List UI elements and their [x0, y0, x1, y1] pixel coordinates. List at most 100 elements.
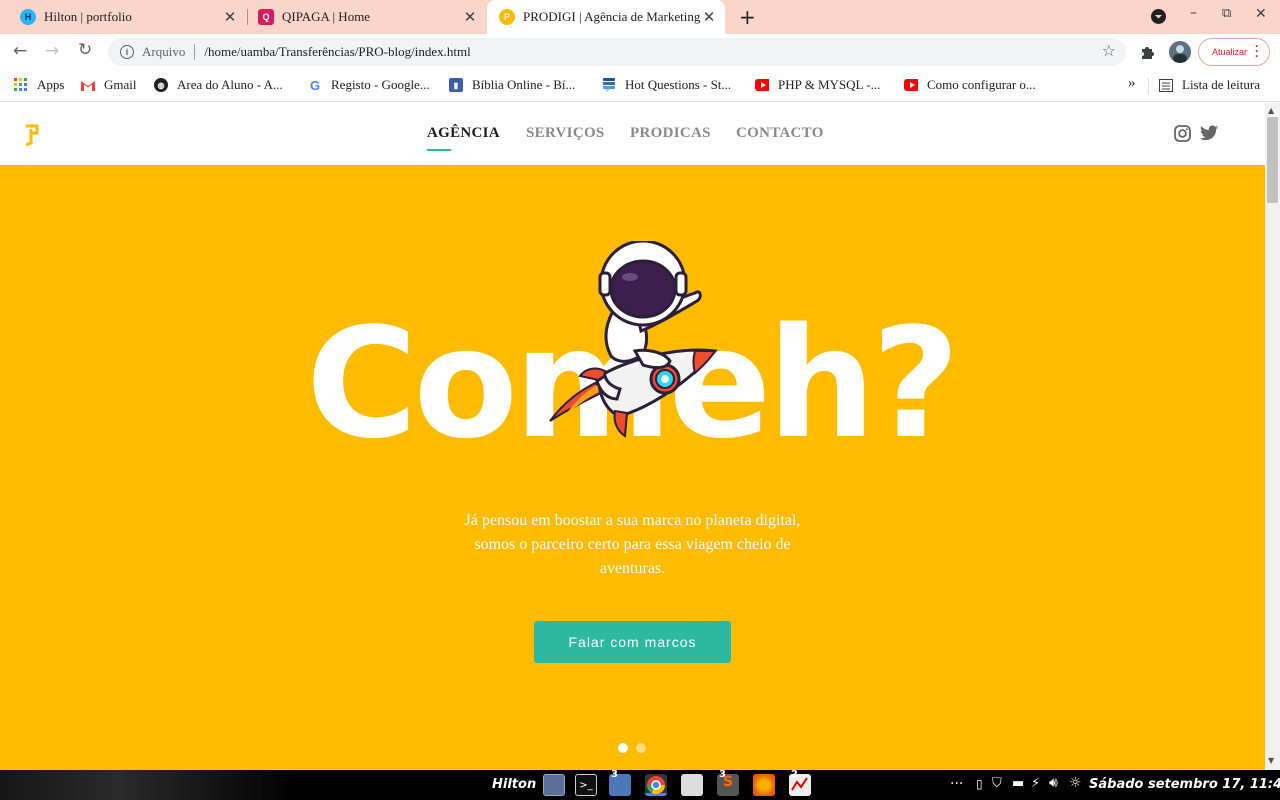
reading-list-icon [1159, 78, 1173, 92]
apps-grid-icon [14, 78, 28, 92]
tab-title: PRODIGI | Agência de Marketing [523, 9, 701, 24]
site-header: AGÊNCIA SERVIÇOS PRODICAS CONTACTO [0, 103, 1265, 165]
os-taskbar: Hilton >_ 3 S 3 2 ··· ▯ ⛉ ▬ ⚡ 🔊︎ ☼ Sábad… [0, 769, 1280, 800]
close-window-icon[interactable]: ✕ [1255, 6, 1267, 22]
close-tab-icon[interactable]: ✕ [222, 8, 238, 26]
globe-icon: ◍ [154, 78, 168, 92]
scheme-label: Arquivo [142, 44, 186, 59]
tab-title: Hilton | portfolio [44, 9, 132, 24]
bookmark-registo-google[interactable]: G Registo - Google... [308, 77, 430, 93]
clock: Sábado setembro 17, 11:48 [1089, 777, 1280, 792]
youtube-icon [755, 78, 769, 92]
bookmark-icon: ▮ [449, 78, 463, 92]
tab-separator [247, 9, 248, 25]
network-icon[interactable]: ⚡ [1031, 776, 1040, 791]
volume-icon[interactable]: 🔊︎ [1049, 775, 1058, 791]
hero-description: Já pensou em boostar a sua marca no plan… [464, 512, 801, 577]
clipboard-icon[interactable]: ▯ [976, 777, 983, 791]
profile-avatar[interactable] [1169, 41, 1191, 63]
bookmark-label: Bíblia Online - Bí... [472, 77, 576, 92]
divider [1148, 78, 1149, 94]
bookmark-biblia-online[interactable]: ▮ Bíblia Online - Bí... [449, 77, 575, 93]
chrome-icon[interactable] [645, 774, 667, 796]
tab-qipaga-home[interactable]: Q QIPAGA | Home ✕ [252, 0, 484, 34]
bookmark-apps[interactable]: Apps [14, 77, 64, 93]
active-nav-underline [427, 149, 451, 151]
desktop-icon[interactable] [543, 774, 565, 796]
carousel-dot-1-active[interactable] [618, 743, 628, 753]
new-tab-plus-icon[interactable]: + [739, 5, 756, 29]
nav-prodicas[interactable]: PRODICAS [630, 125, 711, 142]
url-text[interactable]: /home/uamba/Transferências/PRO-blog/inde… [204, 44, 470, 60]
update-button[interactable]: Atualizar · · · [1198, 38, 1270, 66]
bookmark-label: Gmail [104, 77, 137, 92]
extensions-puzzle-icon[interactable] [1139, 43, 1157, 66]
page-scrollbar[interactable]: ▲ ▼ [1265, 103, 1280, 770]
terminal-icon[interactable]: >_ [575, 774, 597, 796]
youtube-icon [904, 78, 918, 92]
tab-search-icon[interactable] [1151, 9, 1166, 24]
scroll-down-arrow-icon[interactable]: ▼ [1268, 756, 1274, 765]
settings-gear-icon[interactable] [681, 774, 703, 796]
bookmark-php-mysql[interactable]: PHP & MYSQL -... [755, 77, 880, 93]
nav-servicos[interactable]: SERVIÇOS [526, 125, 605, 142]
bookmark-label: Hot Questions - St... [625, 77, 732, 92]
close-tab-icon[interactable]: ✕ [701, 8, 717, 26]
bookmark-label: Registo - Google... [331, 77, 430, 92]
brightness-icon[interactable]: ☼ [1069, 775, 1082, 791]
tray-overflow-icon[interactable]: ··· [950, 776, 963, 792]
close-tab-icon[interactable]: ✕ [462, 8, 478, 26]
minimize-icon[interactable]: – [1190, 5, 1197, 21]
tab-title: QIPAGA | Home [282, 9, 371, 24]
bookmark-label: Como configurar o... [927, 77, 1036, 92]
carousel-dot-2[interactable] [636, 743, 646, 753]
astronaut-on-rocket-illustration [545, 239, 720, 446]
stackexchange-icon [602, 78, 616, 92]
tab-strip: H Hilton | portfolio ✕ Q QIPAGA | Home ✕… [0, 0, 1280, 34]
reload-icon[interactable]: ↻ [78, 40, 92, 60]
window-count-badge: 2 [791, 769, 798, 780]
more-bookmarks-chevron-icon[interactable]: » [1128, 75, 1136, 92]
window-count-badge: 3 [719, 769, 726, 780]
bookmark-como-configurar[interactable]: Como configurar o... [904, 77, 1036, 93]
hilton-favicon-icon: H [20, 9, 36, 25]
scroll-up-arrow-icon[interactable]: ▲ [1268, 106, 1274, 115]
shield-icon[interactable]: ⛉ [992, 776, 1002, 791]
back-icon[interactable]: ← [13, 41, 27, 61]
bookmark-hot-questions[interactable]: Hot Questions - St... [602, 77, 731, 93]
window-count-badge: 3 [611, 769, 618, 780]
bookmark-star-icon[interactable]: ☆ [1102, 41, 1116, 60]
gmail-icon [81, 78, 95, 92]
talk-to-marcos-button[interactable]: Falar com marcos [534, 621, 731, 663]
divider [194, 44, 196, 60]
bookmarks-bar: Apps Gmail ◍ Area do Aluno - A... G Regi… [0, 70, 1280, 102]
address-bar[interactable]: i Arquivo /home/uamba/Transferências/PRO… [108, 38, 1126, 66]
scrollbar-thumb[interactable] [1267, 117, 1278, 203]
tab-prodigi-active[interactable]: P PRODIGI | Agência de Marketing ✕ [487, 0, 725, 34]
browser-toolbar: ← → ↻ i Arquivo /home/uamba/Transferênci… [0, 34, 1280, 70]
web-page: AGÊNCIA SERVIÇOS PRODICAS CONTACTO Comeh… [0, 103, 1265, 770]
nav-agencia[interactable]: AGÊNCIA [427, 125, 500, 142]
prodigi-favicon-icon: P [499, 9, 515, 25]
forward-icon[interactable]: → [45, 41, 59, 61]
bookmark-area-aluno[interactable]: ◍ Area do Aluno - A... [154, 77, 283, 93]
google-icon: G [309, 77, 321, 93]
twitter-icon[interactable] [1200, 125, 1218, 146]
instagram-icon[interactable] [1174, 125, 1191, 147]
qipaga-favicon-icon: Q [258, 9, 274, 25]
prodigi-logo-icon[interactable] [22, 123, 42, 152]
reading-list-button[interactable]: Lista de leitura [1159, 77, 1260, 93]
menu-kebab-icon[interactable]: · · · [1255, 40, 1259, 62]
restore-icon[interactable]: ⧉ [1222, 6, 1231, 21]
tab-hilton-portfolio[interactable]: H Hilton | portfolio ✕ [12, 0, 244, 34]
bookmark-label: Apps [37, 77, 65, 92]
bookmark-gmail[interactable]: Gmail [81, 77, 137, 93]
nav-contacto[interactable]: CONTACTO [736, 125, 824, 142]
info-icon[interactable]: i [120, 45, 134, 59]
wallpaper-strip [0, 770, 300, 800]
bookmark-label: PHP & MYSQL -... [778, 77, 881, 92]
firefox-icon[interactable] [753, 774, 775, 796]
reading-list-label: Lista de leitura [1182, 77, 1260, 92]
keyboard-icon[interactable]: ▬ [1012, 776, 1024, 791]
user-label: Hilton [492, 777, 537, 792]
